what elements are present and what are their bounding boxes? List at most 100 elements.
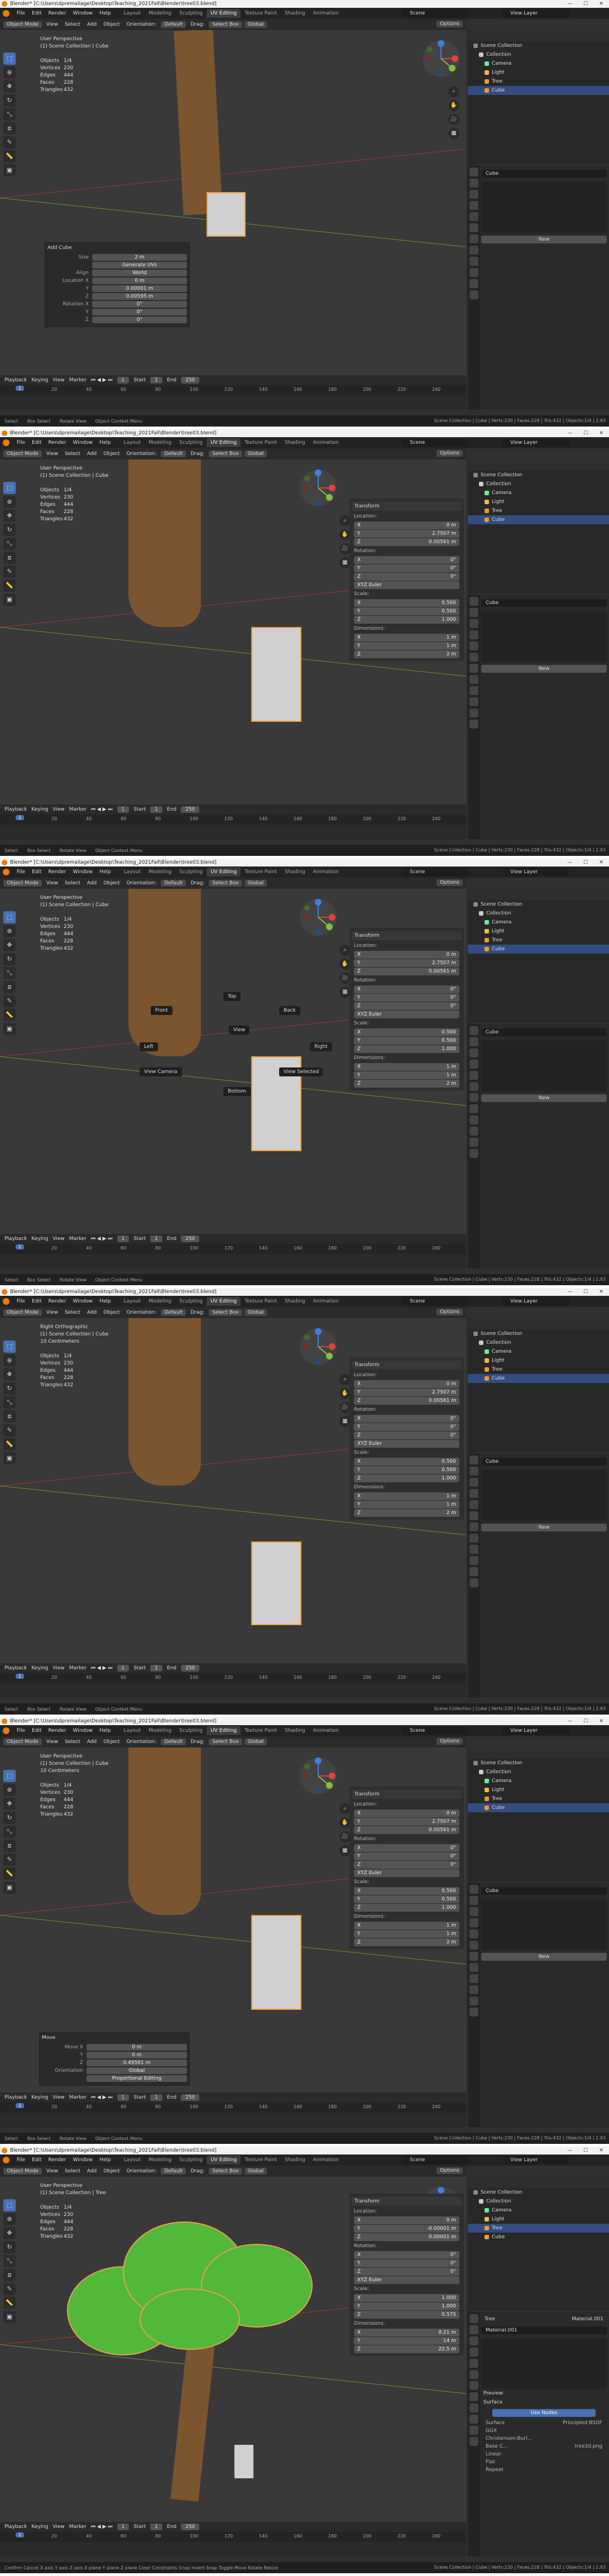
data-name-field[interactable]: Cube: [481, 1028, 607, 1036]
tab-modeling[interactable]: Modeling: [145, 1297, 175, 1306]
marker-menu[interactable]: Marker: [69, 1236, 87, 1242]
blender-menu-icon[interactable]: [3, 439, 9, 446]
mode-dropdown[interactable]: Object Mode: [3, 21, 42, 28]
rotate-tool-icon[interactable]: ↻: [3, 1812, 16, 1824]
maximize-button[interactable]: ☐: [578, 0, 593, 8]
pie-item-view-selected[interactable]: View Selected: [279, 1067, 324, 1076]
marker-menu[interactable]: Marker: [69, 377, 87, 383]
properties-tab-icon[interactable]: [469, 697, 478, 706]
navigation-gizmo[interactable]: [299, 898, 338, 937]
field-value[interactable]: 2 m: [447, 652, 456, 657]
properties-tab-icon[interactable]: [469, 2325, 478, 2334]
camera-view-icon[interactable]: 🎥: [339, 1402, 351, 1413]
drag-dropdown[interactable]: Select Box: [209, 451, 242, 457]
menu-file[interactable]: File: [13, 869, 28, 875]
field-value[interactable]: 0.00561 m: [429, 539, 456, 545]
mode-dropdown[interactable]: Object Mode: [3, 2168, 42, 2175]
tab-layout[interactable]: Layout: [120, 438, 145, 447]
field-value[interactable]: 1 m: [447, 1502, 456, 1507]
rotate-tool-icon[interactable]: ↻: [3, 94, 16, 107]
annotate-tool-icon[interactable]: ✎: [3, 1854, 16, 1866]
outliner-item[interactable]: Light: [468, 2215, 609, 2224]
field-value[interactable]: 0.500: [442, 1030, 456, 1035]
menu-edit[interactable]: Edit: [28, 11, 45, 16]
object-menu[interactable]: Object: [101, 880, 122, 886]
data-name-field[interactable]: Cube: [481, 1887, 607, 1895]
scale-tool-icon[interactable]: ⤡: [3, 538, 16, 550]
view-layer-selector[interactable]: View Layer: [502, 439, 569, 447]
menu-render[interactable]: Render: [45, 440, 70, 446]
3d-viewport[interactable]: Right Orthographic (1) Scene Collection |…: [0, 1318, 466, 1663]
view-layer-selector[interactable]: View Layer: [502, 1297, 569, 1305]
maximize-button[interactable]: ☐: [578, 1288, 593, 1296]
select-tool-icon[interactable]: ⬚: [3, 52, 16, 65]
mode-dropdown[interactable]: Object Mode: [3, 1739, 42, 1745]
new-button[interactable]: New: [481, 1524, 607, 1531]
tab-uv-editing[interactable]: UV Editing: [207, 2156, 241, 2165]
value-field[interactable]: X 0°: [354, 556, 459, 564]
value-field[interactable]: X 0.500: [354, 599, 459, 607]
scale-tool-icon[interactable]: ⤡: [3, 967, 16, 979]
redo-field-value[interactable]: World: [92, 270, 187, 276]
select-menu[interactable]: Select: [63, 880, 83, 886]
field-value[interactable]: 2.7507 m: [432, 1390, 456, 1395]
transform-tool-icon[interactable]: ⧈: [3, 1410, 16, 1423]
maximize-button[interactable]: ☐: [578, 429, 593, 437]
outliner-item[interactable]: Camera: [468, 2206, 609, 2215]
tab-modeling[interactable]: Modeling: [145, 2156, 175, 2165]
tree-trunk[interactable]: [128, 1318, 201, 1486]
move-tool-icon[interactable]: ✥: [3, 1368, 16, 1381]
zoom-icon[interactable]: ⌕: [339, 945, 351, 956]
rotate-tool-icon[interactable]: ↻: [3, 1382, 16, 1395]
playhead[interactable]: 1: [16, 1674, 25, 1679]
select-menu[interactable]: Select: [63, 22, 83, 27]
rotate-tool-icon[interactable]: ↻: [3, 524, 16, 536]
properties-tab-icon[interactable]: [469, 290, 478, 299]
playback-controls-icon[interactable]: ⏮ ◀ ▶ ⏭: [91, 807, 113, 812]
add-cube-tool-icon[interactable]: ▣: [3, 164, 16, 176]
minimize-button[interactable]: —: [562, 2147, 578, 2154]
scene-selector[interactable]: Scene: [402, 1727, 469, 1735]
properties-tab-icon[interactable]: [469, 1522, 478, 1531]
value-field[interactable]: Y 0.500: [354, 1466, 459, 1474]
blender-menu-icon[interactable]: [3, 1298, 9, 1305]
close-button[interactable]: ✕: [593, 0, 609, 8]
playhead[interactable]: 1: [16, 386, 25, 391]
drag-dropdown[interactable]: Select Box: [209, 880, 242, 887]
add-cube-tool-icon[interactable]: ▣: [3, 1452, 16, 1464]
properties-tab-icon[interactable]: [469, 1974, 478, 1983]
orientation-dropdown[interactable]: Default: [161, 21, 186, 28]
view-menu[interactable]: View: [44, 2168, 60, 2174]
field-value[interactable]: 0.500: [442, 1467, 456, 1473]
properties-tab-icon[interactable]: [469, 664, 478, 673]
value-field[interactable]: Z 0.00001 m: [354, 2233, 459, 2241]
outliner-item[interactable]: Tree: [468, 77, 609, 86]
tab-sculpting[interactable]: Sculpting: [175, 1297, 207, 1306]
field-value[interactable]: 0 m: [447, 1381, 456, 1387]
navigation-gizmo[interactable]: [299, 1327, 338, 1366]
tab-shading[interactable]: Shading: [281, 1297, 309, 1306]
perspective-toggle-icon[interactable]: ▦: [339, 1845, 351, 1856]
field-value[interactable]: 0 m: [447, 523, 456, 528]
tab-uv-editing[interactable]: UV Editing: [207, 438, 241, 447]
field-value[interactable]: 0 m: [447, 2218, 456, 2223]
value-field[interactable]: Z 1.000: [354, 616, 459, 624]
menu-help[interactable]: Help: [96, 2157, 114, 2163]
field-value[interactable]: 1 m: [447, 635, 456, 640]
tab-texture-paint[interactable]: Texture Paint: [241, 1297, 281, 1306]
menu-edit[interactable]: Edit: [28, 440, 45, 446]
tab-sculpting[interactable]: Sculpting: [175, 438, 207, 447]
properties-tab-icon[interactable]: [469, 1127, 478, 1136]
field-value[interactable]: 0.00561 m: [429, 1827, 456, 1833]
cube-object[interactable]: [251, 1541, 301, 1625]
view-layer-selector[interactable]: View Layer: [502, 868, 569, 876]
timeline-ruler[interactable]: 0204060801001201401601802002202401: [0, 2532, 466, 2542]
3d-viewport[interactable]: User Perspective (1) Scene Collection | C…: [0, 889, 466, 1234]
data-name-field[interactable]: Cube: [481, 1458, 607, 1466]
menu-file[interactable]: File: [13, 1299, 28, 1304]
close-button[interactable]: ✕: [593, 429, 609, 437]
camera-view-icon[interactable]: 🎥: [339, 973, 351, 984]
properties-tab-icon[interactable]: [469, 1996, 478, 2005]
tab-texture-paint[interactable]: Texture Paint: [241, 2156, 281, 2165]
minimize-button[interactable]: —: [562, 429, 578, 437]
